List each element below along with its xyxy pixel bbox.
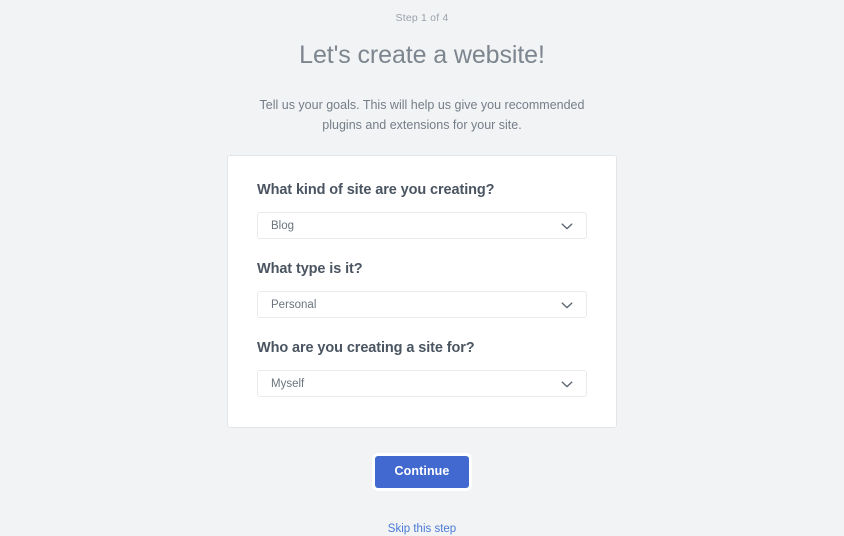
- page-subtitle: Tell us your goals. This will help us gi…: [259, 98, 585, 132]
- field-label-site-type: What type is it?: [257, 261, 363, 277]
- setup-wizard: Step 1 of 4 Let's create a website! Tell…: [0, 0, 844, 535]
- goals-form-card: What kind of site are you creating? Blog…: [227, 155, 617, 428]
- select-site-type-value: Personal: [271, 298, 317, 311]
- step-counter: Step 1 of 4: [395, 12, 449, 24]
- field-label-site-kind: What kind of site are you creating?: [257, 182, 495, 198]
- wizard-actions: Continue Skip this step: [374, 456, 470, 536]
- chevron-down-icon: [560, 377, 574, 391]
- field-group-site-type: What type is it? Personal: [257, 259, 587, 318]
- field-group-site-audience: Who are you creating a site for? Myself: [257, 338, 587, 397]
- field-group-site-kind: What kind of site are you creating? Blog: [257, 180, 587, 239]
- chevron-down-icon: [560, 219, 574, 233]
- skip-this-step-link[interactable]: Skip this step: [388, 522, 456, 536]
- continue-button[interactable]: Continue: [374, 456, 470, 488]
- select-site-kind[interactable]: Blog: [257, 212, 587, 239]
- select-site-type[interactable]: Personal: [257, 291, 587, 318]
- chevron-down-icon: [560, 298, 574, 312]
- field-label-site-audience: Who are you creating a site for?: [257, 340, 475, 356]
- select-site-audience[interactable]: Myself: [257, 370, 587, 397]
- page-title: Let's create a website!: [299, 41, 545, 69]
- select-site-kind-value: Blog: [271, 219, 295, 232]
- select-site-audience-value: Myself: [271, 377, 305, 390]
